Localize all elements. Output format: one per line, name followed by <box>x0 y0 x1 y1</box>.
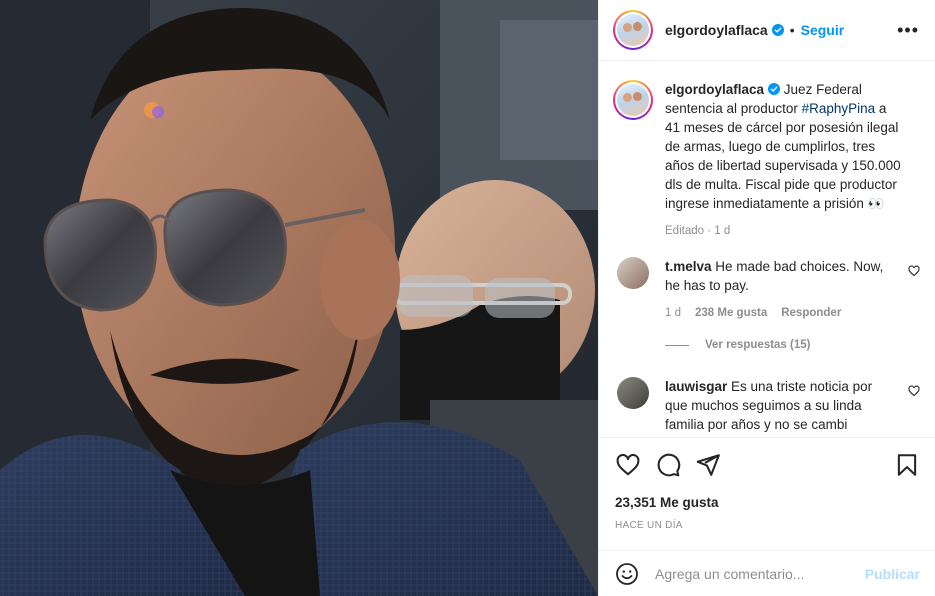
more-options-icon[interactable]: ••• <box>897 20 919 41</box>
post-timestamp[interactable]: HACE UN DÍA <box>615 520 920 531</box>
follow-button[interactable]: Seguir <box>801 22 845 38</box>
emoji-icon[interactable] <box>615 562 639 586</box>
replies-divider <box>665 344 689 346</box>
post-header: elgordoylaflaca • Seguir ••• <box>599 0 935 61</box>
comment-age: 1 d <box>665 307 681 319</box>
view-replies-button[interactable]: Ver respuestas (15) <box>665 339 920 351</box>
author-username[interactable]: elgordoylaflaca <box>665 22 768 38</box>
comment-bubble-icon[interactable] <box>655 452 681 478</box>
author-avatar[interactable] <box>613 10 653 50</box>
hashtag-link[interactable]: #RaphyPina <box>802 101 876 116</box>
comment-like-heart-icon[interactable] <box>908 265 920 277</box>
comment-meta: 1 d 238 Me gusta Responder <box>665 307 920 319</box>
likes-count[interactable]: 23,351 Me gusta <box>615 495 920 510</box>
post-image[interactable] <box>0 0 598 596</box>
caption-tail: a 41 meses de cárcel por posesión ilegal… <box>665 101 901 211</box>
commenter-avatar[interactable] <box>617 257 649 289</box>
post-sidebar: elgordoylaflaca • Seguir ••• elgordoylaf… <box>598 0 935 596</box>
comment-text: t.melva He made bad choices. Now, he has… <box>665 259 884 293</box>
header-separator: • <box>789 22 795 38</box>
comment-composer: Publicar <box>599 550 935 596</box>
commenter-username[interactable]: lauwisgar <box>665 379 727 394</box>
commenter-avatar[interactable] <box>617 377 649 409</box>
caption: elgordoylaflaca Juez Federal sentencia a… <box>613 80 920 213</box>
comment-like-heart-icon[interactable] <box>908 385 920 397</box>
caption-username[interactable]: elgordoylaflaca <box>665 82 764 97</box>
comments-section[interactable]: elgordoylaflaca Juez Federal sentencia a… <box>599 62 935 437</box>
caption-meta: Editado · 1 d <box>665 225 731 237</box>
comment-item: lauwisgar Es una triste noticia por que … <box>613 377 920 434</box>
comment-item: t.melva He made bad choices. Now, he has… <box>613 257 920 295</box>
comment-input[interactable] <box>655 565 845 582</box>
heart-icon[interactable] <box>615 452 641 478</box>
paper-plane-icon[interactable] <box>695 452 721 478</box>
verified-badge-icon <box>771 24 784 36</box>
caption-text: elgordoylaflaca Juez Federal sentencia a… <box>665 80 903 213</box>
action-icons <box>615 452 920 478</box>
bookmark-icon[interactable] <box>894 452 920 478</box>
verified-badge-icon <box>768 83 781 95</box>
reply-button[interactable]: Responder <box>781 307 841 319</box>
caption-author-avatar[interactable] <box>613 80 653 120</box>
publish-button[interactable]: Publicar <box>865 566 920 582</box>
comment-text: lauwisgar Es una triste noticia por que … <box>665 379 873 432</box>
commenter-username[interactable]: t.melva <box>665 259 712 274</box>
author-avatar-image <box>617 14 649 46</box>
comment-likes[interactable]: 238 Me gusta <box>695 307 767 319</box>
post-photo <box>0 0 598 596</box>
post-actions: 23,351 Me gusta HACE UN DÍA <box>599 437 935 531</box>
